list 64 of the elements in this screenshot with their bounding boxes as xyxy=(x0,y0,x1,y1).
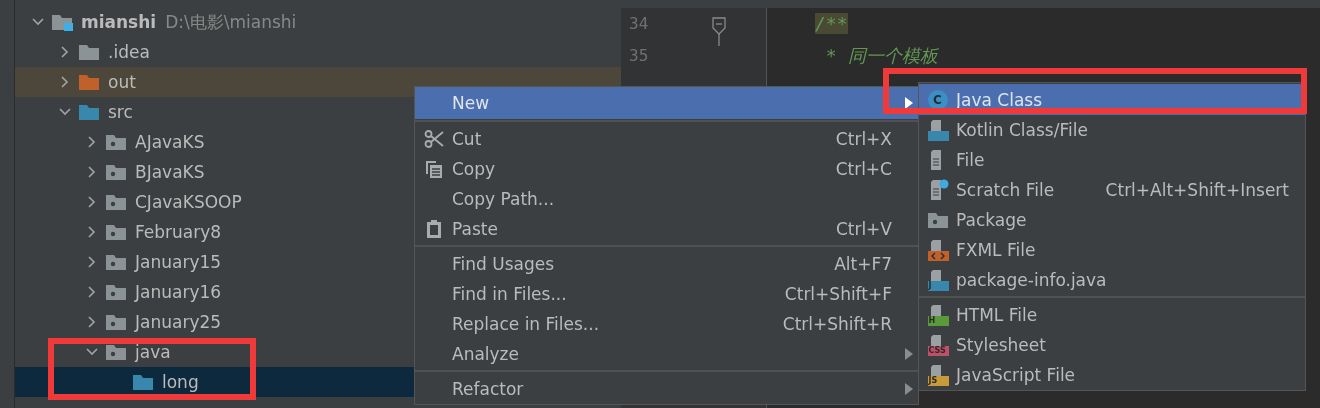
file-icon xyxy=(926,119,949,141)
tree-item-label: January16 xyxy=(135,282,222,302)
menu-item[interactable]: Copy Path... xyxy=(415,184,918,214)
tree-item-label: mianshi xyxy=(81,12,157,32)
menu-item[interactable]: Cut Ctrl+X xyxy=(415,124,918,154)
module-folder-icon xyxy=(51,13,73,31)
package-folder-icon xyxy=(105,313,127,331)
tree-item-label: January15 xyxy=(135,252,222,272)
package-folder-icon xyxy=(105,253,127,271)
module-path: D:\电影\mianshi xyxy=(165,10,297,34)
package-folder-icon xyxy=(105,163,127,181)
menu-item[interactable]: Find in Files... Ctrl+Shift+F xyxy=(415,279,918,309)
package-folder-icon xyxy=(105,193,127,211)
menu-item[interactable]: Scratch File Ctrl+Alt+Shift+Insert xyxy=(919,175,1305,205)
folder-icon xyxy=(78,43,100,61)
menu-item[interactable]: Copy Ctrl+C xyxy=(415,154,918,184)
menu-item[interactable]: New xyxy=(415,87,918,119)
folder-icon xyxy=(78,73,100,91)
tree-item[interactable]: .idea xyxy=(15,37,621,67)
shortcut-label: Ctrl+V xyxy=(835,219,892,239)
shortcut-label: Alt+F7 xyxy=(834,254,892,274)
scissors-icon xyxy=(423,129,444,149)
tree-item[interactable]: mianshi D:\电影\mianshi xyxy=(15,7,621,37)
line-number: 34 xyxy=(629,13,650,35)
menu-item[interactable]: Paste Ctrl+V xyxy=(415,214,918,244)
package-folder-icon xyxy=(105,283,127,301)
package-folder-icon xyxy=(105,133,127,151)
copy-icon xyxy=(423,159,444,179)
menu-item[interactable]: H HTML File xyxy=(919,300,1305,330)
shortcut-label: Ctrl+C xyxy=(835,159,892,179)
tree-item-label: AJavaKS xyxy=(135,132,205,152)
menu-item[interactable]: FXML File xyxy=(919,235,1305,265)
tree-item-label: January25 xyxy=(135,312,222,332)
package-folder-icon xyxy=(105,223,127,241)
tree-item-label: java xyxy=(135,342,171,362)
class-icon: C xyxy=(927,89,948,110)
menu-item[interactable]: Analyze xyxy=(415,339,918,369)
tree-item-label: src xyxy=(108,102,133,122)
shortcut-label: Ctrl+X xyxy=(835,129,892,149)
menu-item[interactable]: Find Usages Alt+F7 xyxy=(415,249,918,279)
menu-item[interactable]: Kotlin Class/File xyxy=(919,115,1305,145)
package-folder-icon xyxy=(926,211,949,229)
code-comment-line: * 同一个模板 xyxy=(824,44,938,68)
package-folder-icon xyxy=(105,343,127,361)
line-number: 35 xyxy=(629,45,650,67)
tree-item-label: BJavaKS xyxy=(135,162,205,182)
menu-item[interactable]: J package-info.java xyxy=(919,265,1305,295)
folder-icon xyxy=(78,103,100,121)
fold-marker-icon[interactable] xyxy=(711,16,727,46)
menu-item[interactable]: CSS Stylesheet xyxy=(919,330,1305,360)
shortcut-label: Ctrl+Shift+R xyxy=(782,314,892,334)
menu-item[interactable]: File xyxy=(919,145,1305,175)
menu-item[interactable]: JS JavaScript File xyxy=(919,360,1305,390)
file-icon xyxy=(926,239,949,261)
shortcut-label: Ctrl+Alt+Shift+Insert xyxy=(1105,180,1289,200)
menu-item[interactable]: Replace in Files... Ctrl+Shift+R xyxy=(415,309,918,339)
shortcut-label: Ctrl+Shift+F xyxy=(784,284,892,304)
folder-icon xyxy=(132,373,154,391)
menu-item[interactable]: Package xyxy=(919,205,1305,235)
tree-item-label: out xyxy=(108,72,136,92)
tree-item-label: long xyxy=(162,372,199,392)
tree-item-label: February8 xyxy=(135,222,222,242)
tree-item-label: CJavaKSOOP xyxy=(135,192,242,212)
tree-item-label: .idea xyxy=(108,42,150,62)
